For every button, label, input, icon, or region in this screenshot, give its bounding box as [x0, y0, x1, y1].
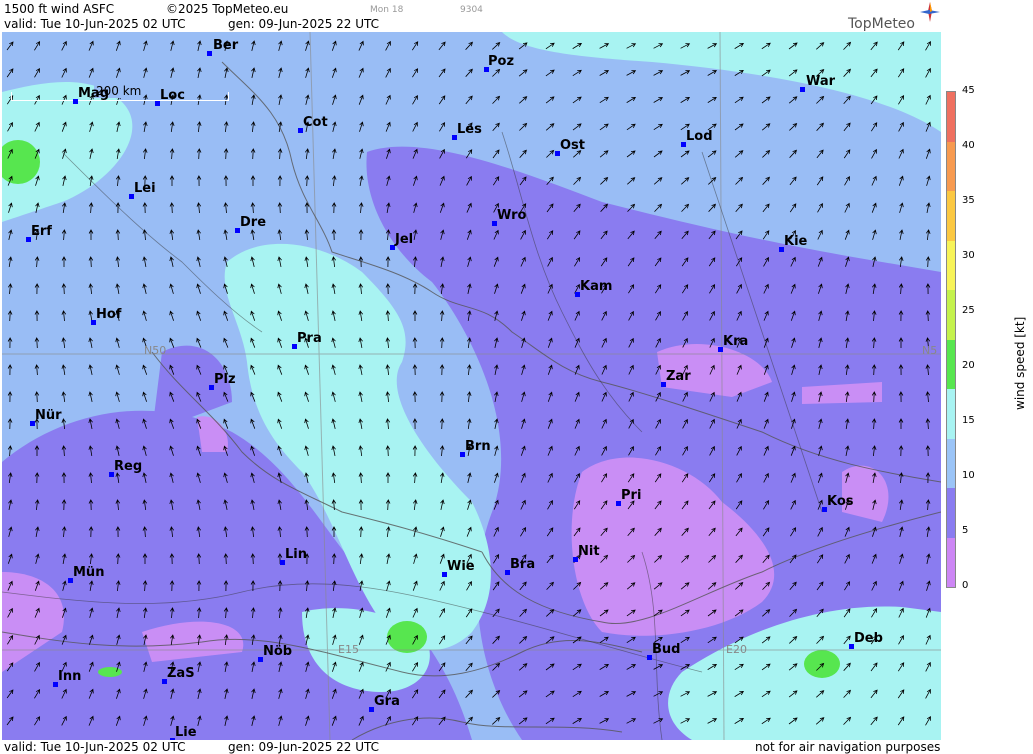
grid-label-e15: E15 [338, 643, 359, 656]
colorbar-segment [947, 92, 955, 142]
header-small-code: 9304 [460, 5, 483, 15]
colorbar-tick: 40 [962, 140, 975, 151]
wind-map[interactable]: 200 km N50 N5 E15 E20 Ber Poz War Mag Lo… [2, 32, 941, 740]
colorbar-tick: 25 [962, 305, 975, 316]
colorbar-tick: 0 [962, 580, 969, 591]
city-marker-icon [207, 51, 212, 56]
footer-disclaimer: not for air navigation purposes [755, 740, 941, 754]
valid-time: valid: Tue 10-Jun-2025 02 UTC [4, 17, 186, 31]
gen-time: gen: 09-Jun-2025 22 UTC [228, 17, 380, 31]
colorbar-segment [947, 339, 955, 389]
colorbar-segment [947, 290, 955, 340]
grid-label-n50-right: N5 [922, 344, 938, 357]
grid-label-e20: E20 [726, 643, 747, 656]
colorbar-tick: 10 [962, 470, 975, 481]
colorbar-segment [947, 438, 955, 488]
colorbar-segment [947, 389, 955, 439]
header-small-text: Mon 18 [370, 5, 404, 15]
colorbar-segment [947, 488, 955, 538]
colorbar-tick: 5 [962, 525, 969, 536]
footer-valid-time: valid: Tue 10-Jun-2025 02 UTC [4, 740, 186, 754]
colorbar-tick: 20 [962, 360, 975, 371]
colorbar-tick: 30 [962, 250, 975, 261]
colorbar-segment [947, 141, 955, 191]
colorbar-unit-label: wind speed [kt] [1013, 316, 1027, 410]
colorbar-segment [947, 537, 955, 587]
colorbar-segment [947, 240, 955, 290]
colorbar-tick: 15 [962, 415, 975, 426]
footer-bar: valid: Tue 10-Jun-2025 02 UTC gen: 09-Ju… [0, 740, 943, 754]
grid-label-n50: N50 [144, 344, 167, 357]
colorbar-tick: 45 [962, 85, 975, 96]
copyright: ©2025 TopMeteo.eu [166, 2, 289, 16]
wind-speed-colorbar [946, 91, 956, 588]
footer-gen-time: gen: 09-Jun-2025 22 UTC [228, 740, 380, 754]
colorbar-tick: 35 [962, 195, 975, 206]
header-bar: 1500 ft wind ASFC ©2025 TopMeteo.eu Mon … [0, 0, 943, 32]
product-title: 1500 ft wind ASFC [4, 2, 115, 16]
compass-logo-icon [920, 2, 940, 22]
colorbar-segment [947, 191, 955, 241]
city-marker-icon [800, 87, 805, 92]
topmeteo-logo: TopMeteo [848, 16, 915, 32]
wind-field-svg [2, 32, 941, 740]
